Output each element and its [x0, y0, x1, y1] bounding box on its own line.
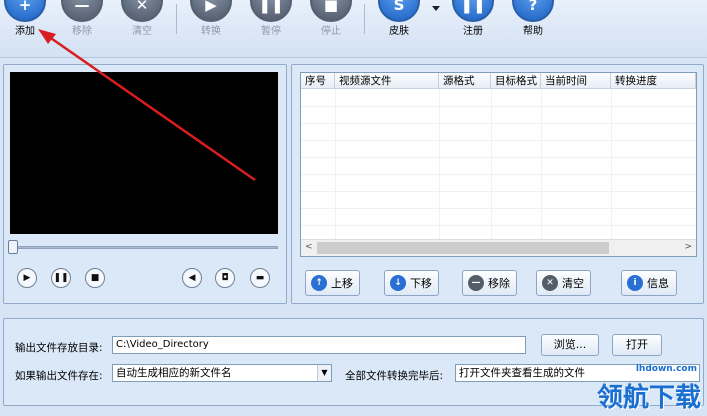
remove-icon: — — [468, 275, 484, 291]
toolbar: + 添加 — 移除 ✕ 清空 ▶ 转换 ❚❚ 暂停 ■ 停止 S 皮肤 ❚❚ 注… — [0, 0, 707, 58]
move-up-label: 上移 — [331, 277, 353, 290]
pause-button[interactable]: ❚❚ — [51, 268, 71, 288]
row-divider — [301, 157, 696, 158]
stop-button[interactable]: ■ — [85, 268, 105, 288]
camera-icon: ◘ — [221, 273, 229, 283]
clear-list-button[interactable]: ✕ 清空 — [536, 270, 591, 296]
clear-icon: ✕ — [542, 275, 558, 291]
column-divider — [335, 89, 336, 239]
file-list-table[interactable]: 序号 视频源文件 源格式 目标格式 当前时间 转换进度 < > — [300, 72, 697, 257]
register-label: 注册 — [463, 26, 483, 37]
scroll-left-icon[interactable]: < — [305, 242, 313, 252]
info-button[interactable]: i 信息 — [621, 270, 677, 296]
snapshot-button[interactable]: ◘ — [215, 268, 235, 288]
scroll-thumb[interactable] — [317, 242, 609, 254]
stop-icon: ■ — [90, 273, 100, 283]
skin-dropdown-arrow-icon[interactable] — [432, 6, 440, 11]
clear-label: 清空 — [132, 26, 152, 37]
column-header[interactable]: 序号 — [301, 73, 335, 89]
register-icon: ❚❚ — [452, 0, 494, 22]
table-header: 序号 视频源文件 源格式 目标格式 当前时间 转换进度 — [301, 73, 696, 89]
move-down-label: 下移 — [410, 277, 432, 290]
plus-icon: + — [4, 0, 46, 22]
row-divider — [301, 208, 696, 209]
row-divider — [301, 140, 696, 141]
clear-list-label: 清空 — [562, 277, 584, 290]
play-icon: ▶ — [190, 0, 232, 22]
help-label: 帮助 — [523, 26, 543, 37]
watermark-url: lhdown.com — [635, 364, 697, 374]
info-label: 信息 — [647, 277, 669, 290]
move-up-button[interactable]: ↑ 上移 — [305, 270, 360, 296]
pause-button[interactable]: ❚❚ 暂停 — [246, 0, 296, 40]
row-divider — [301, 191, 696, 192]
chevron-down-icon[interactable]: ▼ — [317, 365, 331, 381]
open-button[interactable]: 打开 — [612, 334, 662, 356]
clear-button[interactable]: ✕ 清空 — [117, 0, 167, 40]
file-exists-label: 如果输出文件存在: — [15, 370, 103, 382]
row-divider — [301, 225, 696, 226]
remove-file-label: 移除 — [488, 277, 510, 290]
row-divider — [301, 123, 696, 124]
minus-icon: — — [61, 0, 103, 22]
stop-icon: ■ — [310, 0, 352, 22]
column-divider — [439, 89, 440, 239]
seek-track[interactable] — [10, 246, 278, 249]
add-label: 添加 — [15, 26, 35, 37]
after-convert-value: 打开文件夹查看生成的文件 — [459, 367, 585, 379]
clear-icon: ✕ — [121, 0, 163, 22]
column-divider — [541, 89, 542, 239]
play-button[interactable]: ▶ — [17, 268, 37, 288]
info-icon: i — [627, 275, 643, 291]
column-header[interactable]: 目标格式 — [491, 73, 541, 89]
help-button[interactable]: ? 帮助 — [508, 0, 558, 40]
stop-label: 停止 — [321, 26, 341, 37]
column-header[interactable]: 当前时间 — [541, 73, 611, 89]
volume-button[interactable]: ◀ — [182, 268, 202, 288]
move-down-button[interactable]: ↓ 下移 — [384, 270, 439, 296]
seek-thumb[interactable] — [8, 240, 18, 254]
volume-icon: ◀ — [188, 273, 196, 283]
toolbar-separator — [176, 4, 177, 34]
column-header[interactable]: 转换进度 — [611, 73, 696, 89]
scroll-right-icon[interactable]: > — [684, 242, 692, 252]
row-divider — [301, 106, 696, 107]
convert-label: 转换 — [201, 26, 221, 37]
folder-button[interactable]: ▬ — [250, 268, 270, 288]
watermark-logo: 领航下载 — [596, 383, 701, 413]
down-arrow-icon: ↓ — [390, 275, 406, 291]
skin-label: 皮肤 — [389, 26, 409, 37]
pause-icon: ❚❚ — [53, 273, 69, 283]
skin-button[interactable]: S 皮肤 — [374, 0, 424, 40]
play-icon: ▶ — [23, 273, 31, 283]
row-divider — [301, 174, 696, 175]
output-dir-label: 输出文件存放目录: — [15, 342, 103, 354]
file-exists-value: 自动生成相应的新文件名 — [116, 367, 232, 379]
up-arrow-icon: ↑ — [311, 275, 327, 291]
pause-label: 暂停 — [261, 26, 281, 37]
remove-label: 移除 — [72, 26, 92, 37]
pause-icon: ❚❚ — [250, 0, 292, 22]
remove-file-button[interactable]: — 移除 — [462, 270, 517, 296]
output-dir-input[interactable]: C:\Video_Directory — [112, 336, 526, 354]
column-header[interactable]: 源格式 — [439, 73, 491, 89]
skin-icon: S — [378, 0, 420, 22]
folder-icon: ▬ — [255, 273, 265, 283]
video-preview — [10, 72, 278, 234]
file-exists-select[interactable]: 自动生成相应的新文件名 ▼ — [112, 364, 332, 382]
column-divider — [611, 89, 612, 239]
toolbar-separator — [364, 4, 365, 34]
add-button[interactable]: + 添加 — [0, 0, 50, 40]
register-button[interactable]: ❚❚ 注册 — [448, 0, 498, 40]
help-icon: ? — [512, 0, 554, 22]
stop-button[interactable]: ■ 停止 — [306, 0, 356, 40]
after-convert-label: 全部文件转换完毕后: — [345, 370, 444, 382]
horizontal-scrollbar[interactable]: < > — [301, 239, 696, 256]
remove-button[interactable]: — 移除 — [57, 0, 107, 40]
browse-button[interactable]: 浏览... — [541, 334, 599, 356]
convert-button[interactable]: ▶ 转换 — [186, 0, 236, 40]
column-header[interactable]: 视频源文件 — [335, 73, 439, 89]
column-divider — [491, 89, 492, 239]
